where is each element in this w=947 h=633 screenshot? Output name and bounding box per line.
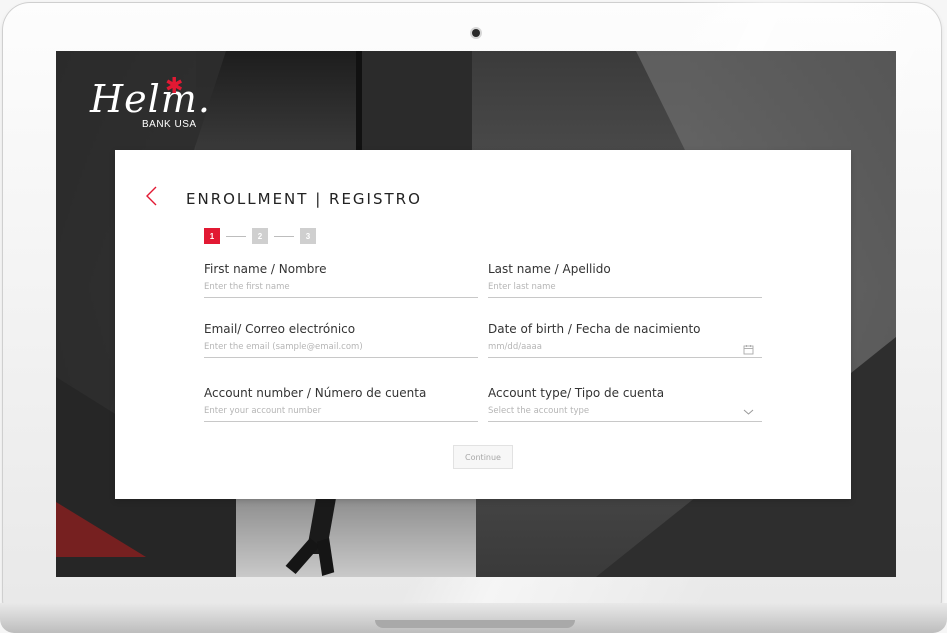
input-underline [488, 357, 762, 358]
last-name-input[interactable]: Enter last name [488, 280, 762, 294]
step-1: 1 [204, 228, 220, 244]
laptop-base [0, 603, 947, 633]
account-number-field[interactable]: Account number / Número de cuenta Enter … [204, 386, 478, 422]
first-name-field[interactable]: First name / Nombre Enter the first name [204, 262, 478, 298]
email-input[interactable]: Enter the email (sample@email.com) [204, 340, 478, 354]
logo-star-icon: ✱ [165, 73, 184, 98]
date-of-birth-field[interactable]: Date of birth / Fecha de nacimiento mm/d… [488, 322, 762, 358]
input-underline [488, 421, 762, 422]
chevron-left-icon[interactable] [144, 186, 158, 206]
chevron-down-icon[interactable] [743, 408, 754, 416]
laptop-notch [375, 620, 575, 628]
input-underline [488, 297, 762, 298]
dob-label: Date of birth / Fecha de nacimiento [488, 322, 701, 336]
account-number-label: Account number / Número de cuenta [204, 386, 427, 400]
step-3: 3 [300, 228, 316, 244]
email-field[interactable]: Email/ Correo electrónico Enter the emai… [204, 322, 478, 358]
account-type-label: Account type/ Tipo de cuenta [488, 386, 665, 400]
account-number-input[interactable]: Enter your account number [204, 404, 478, 418]
input-underline [204, 421, 478, 422]
page-title: ENROLLMENT | REGISTRO [186, 190, 422, 208]
last-name-label: Last name / Apellido [488, 262, 611, 276]
dob-input[interactable]: mm/dd/aaaa [488, 340, 762, 354]
step-connector [226, 235, 246, 237]
email-label: Email/ Correo electrónico [204, 322, 356, 336]
bg-column [356, 51, 472, 151]
step-2: 2 [252, 228, 268, 244]
input-underline [204, 357, 478, 358]
first-name-input[interactable]: Enter the first name [204, 280, 478, 294]
brand-logo: Helm. [90, 77, 211, 121]
last-name-field[interactable]: Last name / Apellido Enter last name [488, 262, 762, 298]
first-name-label: First name / Nombre [204, 262, 327, 276]
step-connector [274, 235, 294, 237]
bg-floor [236, 497, 476, 577]
calendar-icon[interactable] [743, 344, 754, 355]
webcam-icon [472, 29, 480, 37]
brand-subtitle: BANK USA [142, 119, 197, 130]
input-underline [204, 297, 478, 298]
bg-red-panel [56, 502, 146, 557]
account-type-select[interactable]: Select the account type [488, 404, 762, 418]
step-indicator: 1 2 3 [204, 228, 316, 244]
continue-button[interactable]: Continue [453, 445, 513, 469]
account-type-field[interactable]: Account type/ Tipo de cuenta Select the … [488, 386, 762, 422]
